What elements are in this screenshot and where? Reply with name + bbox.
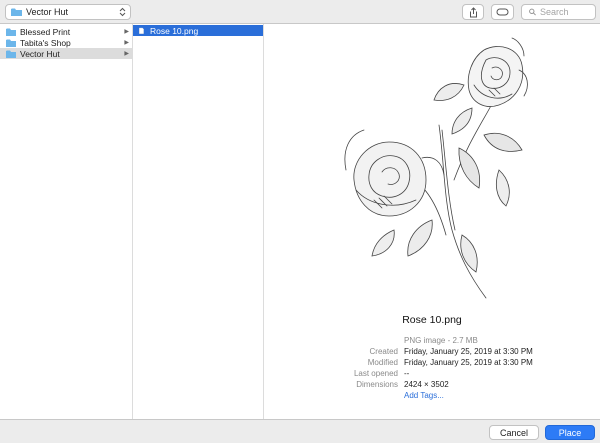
sidebar-item-label: Tabita's Shop [20, 37, 71, 48]
cancel-button[interactable]: Cancel [489, 425, 539, 440]
share-icon [469, 6, 477, 17]
preview-pane: Rose 10.png PNG image - 2.7 MB Created F… [264, 24, 600, 419]
info-created-row: Created Friday, January 25, 2019 at 3:30… [264, 347, 600, 358]
file-info: PNG image - 2.7 MB Created Friday, Janua… [264, 336, 600, 402]
rose-sketch-image [344, 37, 528, 299]
info-modified-value: Friday, January 25, 2019 at 3:30 PM [404, 358, 533, 367]
search-icon [529, 8, 536, 16]
info-modified-row: Modified Friday, January 25, 2019 at 3:3… [264, 358, 600, 369]
disclosure-arrow-icon: ▶ [124, 29, 129, 35]
share-button[interactable] [462, 4, 484, 20]
file-item-label: Rose 10.png [150, 25, 199, 36]
preview-file-name: Rose 10.png [402, 314, 462, 326]
location-label: Vector Hut [26, 7, 69, 17]
info-last-opened-label: Last opened [353, 369, 398, 378]
info-tags-row: Add Tags... [264, 391, 600, 402]
info-kind-value: PNG image - 2.7 MB [404, 336, 478, 345]
add-tags-link[interactable]: Add Tags... [404, 391, 444, 400]
info-dimensions-value: 2424 × 3502 [404, 380, 449, 389]
info-modified-label: Modified [367, 358, 398, 367]
disclosure-arrow-icon: ▶ [124, 51, 129, 57]
info-dimensions-label: Dimensions [356, 380, 398, 389]
sidebar-item-label: Vector Hut [20, 48, 60, 59]
info-last-opened-value: -- [404, 369, 410, 378]
files-column: Rose 10.png [133, 24, 264, 419]
info-kind-row: PNG image - 2.7 MB [264, 336, 600, 347]
button-bar: Cancel Place [0, 419, 600, 443]
sidebar-column: Blessed Print ▶ Tabita's Shop ▶ Vector H… [0, 24, 133, 419]
search-field[interactable] [521, 4, 596, 20]
sidebar-item-vector-hut[interactable]: Vector Hut ▶ [0, 48, 132, 59]
file-item-rose-10[interactable]: Rose 10.png [133, 25, 263, 36]
tag-icon [496, 8, 509, 16]
sidebar-item-tabitas-shop[interactable]: Tabita's Shop ▶ [0, 37, 132, 48]
folder-icon [6, 50, 16, 58]
info-last-opened-row: Last opened -- [264, 369, 600, 380]
sidebar-item-blessed-print[interactable]: Blessed Print ▶ [0, 26, 132, 37]
info-dimensions-row: Dimensions 2424 × 3502 [264, 380, 600, 391]
toolbar: Vector Hut [0, 0, 600, 24]
folder-icon [6, 39, 16, 47]
place-button[interactable]: Place [545, 425, 595, 440]
folder-icon [11, 8, 22, 16]
image-file-icon [139, 27, 144, 34]
info-created-value: Friday, January 25, 2019 at 3:30 PM [404, 347, 533, 356]
folder-icon [6, 28, 16, 36]
search-input[interactable] [540, 7, 595, 17]
file-browser: Blessed Print ▶ Tabita's Shop ▶ Vector H… [0, 24, 600, 419]
location-popup[interactable]: Vector Hut [5, 4, 131, 20]
chevron-updown-icon [119, 7, 126, 17]
disclosure-arrow-icon: ▶ [124, 40, 129, 46]
info-created-label: Created [369, 347, 398, 356]
sidebar-item-label: Blessed Print [20, 26, 71, 37]
tag-button[interactable] [491, 4, 514, 20]
